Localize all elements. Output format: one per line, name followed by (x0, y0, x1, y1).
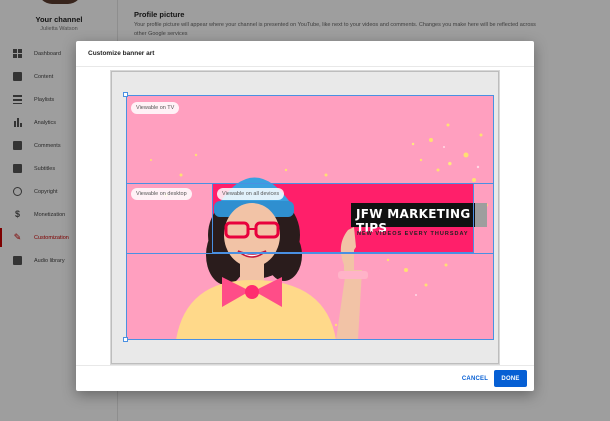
cancel-button[interactable]: CANCEL (457, 370, 493, 387)
crop-handle-top-left[interactable] (123, 92, 128, 97)
viewable-on-all-devices-label: Viewable on all devices (217, 188, 285, 200)
banner-editor: JFW MARKETING TIPS NEW VIDEOS EVERY THUR… (111, 71, 499, 364)
dialog-header: Customize banner art (76, 41, 534, 67)
crop-handle-bottom-left[interactable] (123, 337, 128, 342)
viewable-on-desktop-label: Viewable on desktop (131, 188, 192, 200)
dialog-footer: CANCEL DONE (76, 365, 534, 391)
customize-banner-dialog: Customize banner art JFW MARKETING TIPS … (76, 41, 534, 391)
desktop-area-bottom-line (126, 253, 494, 254)
dialog-title: Customize banner art (88, 50, 155, 57)
viewable-on-tv-label: Viewable on TV (131, 102, 180, 114)
done-button[interactable]: DONE (494, 370, 527, 387)
banner-image[interactable]: JFW MARKETING TIPS NEW VIDEOS EVERY THUR… (126, 95, 494, 340)
